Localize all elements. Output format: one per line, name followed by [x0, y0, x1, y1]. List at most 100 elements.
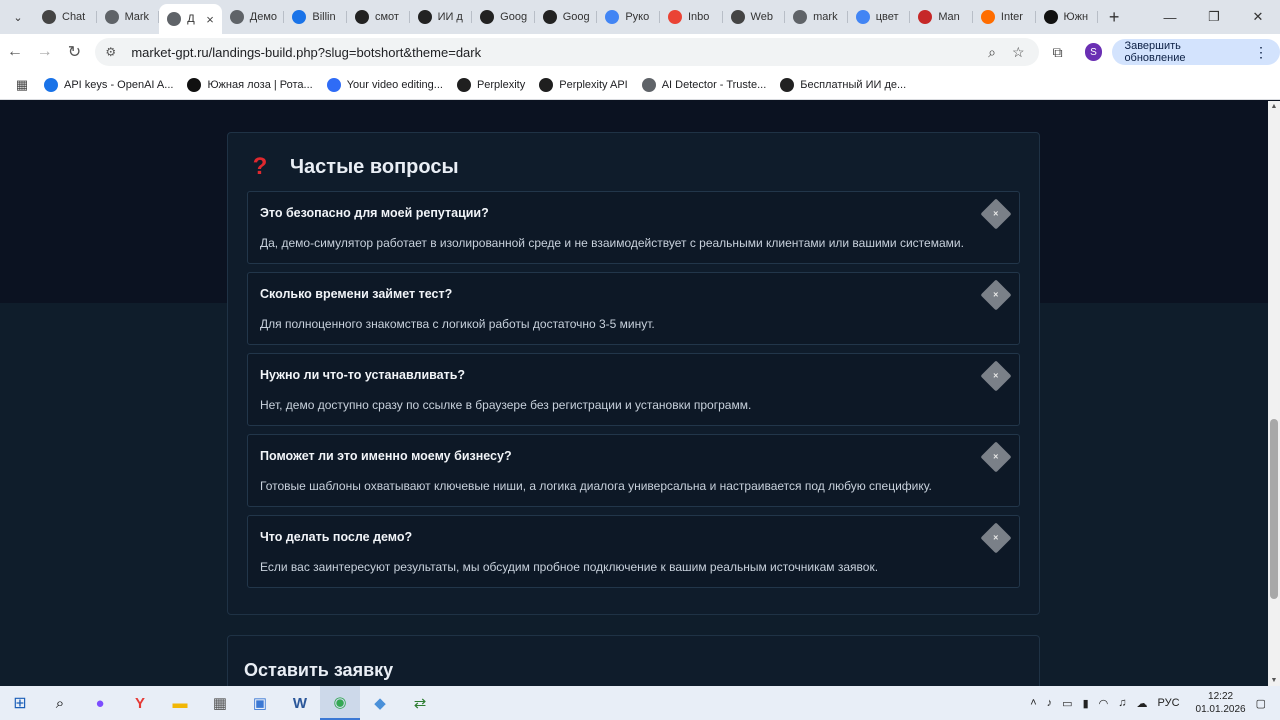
- new-tab-button[interactable]: +: [1102, 7, 1126, 28]
- clock-date: 01.01.2026: [1195, 704, 1246, 715]
- word-icon[interactable]: W: [280, 686, 320, 720]
- network-tool-icon[interactable]: ⇄: [400, 686, 440, 720]
- bookmark-item[interactable]: AI Detector - Truste...: [641, 77, 766, 92]
- browser-tab[interactable]: Д ×: [159, 4, 222, 34]
- faq-question[interactable]: Поможет ли это именно моему бизнесу?: [260, 449, 512, 463]
- faq-item[interactable]: Поможет ли это именно моему бизнесу? Гото…: [247, 434, 1020, 507]
- scroll-up-icon[interactable]: ▲: [1270, 103, 1278, 110]
- browser-tab[interactable]: Chat: [34, 3, 97, 31]
- tab-label: Web: [750, 11, 773, 23]
- faq-question[interactable]: Это безопасно для моей репутации?: [260, 206, 489, 220]
- cast-icon[interactable]: ▭: [1062, 697, 1072, 710]
- faq-question[interactable]: Нужно ли что-то устанавливать?: [260, 368, 465, 382]
- app-icon: [918, 10, 933, 24]
- reload-icon[interactable]: ↻: [60, 42, 90, 62]
- minimize-icon[interactable]: —: [1148, 0, 1192, 34]
- site-info-icon[interactable]: ⚙: [105, 45, 121, 59]
- extensions-icon[interactable]: ⧉: [1053, 44, 1063, 61]
- browser-tab[interactable]: Mark: [97, 3, 160, 31]
- browser-tab[interactable]: Руко: [597, 3, 660, 31]
- volume-icon[interactable]: ♫: [1118, 697, 1126, 709]
- browser-tab[interactable]: Goog: [535, 3, 598, 31]
- browser-tab[interactable]: mark: [785, 3, 848, 31]
- browser-tab[interactable]: Inbo: [660, 3, 723, 31]
- browser-tab[interactable]: ИИ д: [410, 3, 473, 31]
- microphone-icon[interactable]: ♪: [1047, 697, 1053, 709]
- faq-answer: Да, демо-симулятор работает в изолирован…: [260, 236, 964, 250]
- windows-start-icon[interactable]: ⊞: [0, 693, 40, 713]
- remote-desktop-icon[interactable]: ▣: [240, 686, 280, 720]
- bookmark-star-icon[interactable]: ☆: [1012, 44, 1025, 61]
- page-scrollbar[interactable]: ▲ ▼: [1268, 101, 1280, 686]
- url-text[interactable]: market-gpt.ru/landings-build.php?slug=bo…: [131, 45, 988, 60]
- back-icon[interactable]: ←: [0, 43, 30, 61]
- close-tab-icon[interactable]: ×: [206, 12, 214, 27]
- faq-answer: Готовые шаблоны охватывают ключевые ниши…: [260, 479, 932, 493]
- faq-item[interactable]: Нужно ли что-то устанавливать? Нет, демо …: [247, 353, 1020, 426]
- google-icon: [605, 10, 620, 24]
- bookmark-item[interactable]: Your video editing...: [326, 77, 443, 92]
- battery-icon[interactable]: ▮: [1083, 697, 1089, 710]
- faq-item[interactable]: Это безопасно для моей репутации? Да, дем…: [247, 191, 1020, 264]
- calculator-icon[interactable]: ▦: [200, 686, 240, 720]
- notifications-icon[interactable]: ▢: [1256, 697, 1266, 710]
- faq-toggle-button[interactable]: ×: [980, 279, 1012, 311]
- alice-assistant-icon[interactable]: ●: [80, 686, 120, 720]
- faq-question[interactable]: Что делать после демо?: [260, 530, 412, 544]
- bookmark-item[interactable]: Бесплатный ИИ де...: [780, 77, 906, 92]
- browser-tab[interactable]: Южн: [1036, 3, 1099, 31]
- faq-toggle-button[interactable]: ×: [980, 360, 1012, 392]
- profile-avatar[interactable]: S: [1084, 43, 1103, 61]
- zoom-icon[interactable]: ⌕: [988, 44, 996, 61]
- faq-toggle-button[interactable]: ×: [980, 441, 1012, 473]
- address-bar[interactable]: ⚙ market-gpt.ru/landings-build.php?slug=…: [95, 38, 1039, 66]
- bookmark-item[interactable]: Perplexity API: [539, 77, 628, 92]
- question-mark-icon: ?: [252, 153, 268, 180]
- chrome-icon[interactable]: ◉: [320, 686, 360, 720]
- scroll-thumb[interactable]: [1270, 419, 1278, 599]
- search-icon[interactable]: ⌕: [40, 686, 80, 720]
- browser-tab[interactable]: Goog: [472, 3, 535, 31]
- bookmark-favicon-icon: [44, 77, 58, 92]
- browser-tab[interactable]: смот: [347, 3, 410, 31]
- browser-tab[interactable]: Man: [910, 3, 973, 31]
- apps-grid-icon[interactable]: ▦: [0, 77, 44, 93]
- tab-label: mark: [813, 11, 838, 23]
- clock[interactable]: 12:22 01.01.2026: [1196, 690, 1246, 716]
- browser-tab[interactable]: цвет: [848, 3, 911, 31]
- globe-icon: [167, 12, 182, 26]
- faq-toggle-button[interactable]: ×: [980, 198, 1012, 230]
- forward-icon[interactable]: →: [30, 43, 60, 61]
- globe-icon: [793, 10, 808, 24]
- browser-tab[interactable]: Web: [723, 3, 786, 31]
- bookmark-item[interactable]: Perplexity: [456, 77, 525, 92]
- browser-tab[interactable]: Демо: [222, 3, 285, 31]
- browser-tab[interactable]: Inter: [973, 3, 1036, 31]
- language-indicator[interactable]: РУС: [1158, 697, 1180, 709]
- browser-tab[interactable]: Billin: [284, 3, 347, 31]
- app-icon: [1043, 10, 1058, 24]
- maximize-icon[interactable]: ❐: [1192, 0, 1236, 34]
- wifi-icon[interactable]: ◠: [1099, 697, 1109, 710]
- bookmark-item[interactable]: API keys - OpenAI A...: [44, 77, 173, 92]
- onedrive-icon[interactable]: ☁: [1137, 697, 1148, 710]
- yandex-browser-icon[interactable]: Y: [120, 686, 160, 720]
- file-explorer-icon[interactable]: ▬: [160, 686, 200, 720]
- tab-label: смот: [374, 11, 399, 23]
- close-window-icon[interactable]: ✕: [1236, 0, 1280, 34]
- faq-item[interactable]: Сколько времени займет тест? Для полноцен…: [247, 272, 1020, 345]
- tabs-strip: Chat Mark Д × Демо Billin смот ИИ д Goog Goog Руко…: [34, 0, 1098, 34]
- tab-search-button[interactable]: ⌄: [6, 5, 30, 29]
- scroll-down-icon[interactable]: ▼: [1270, 677, 1278, 684]
- update-button[interactable]: Завершить обновление ⋮: [1112, 39, 1280, 65]
- faq-toggle-button[interactable]: ×: [980, 522, 1012, 554]
- chevron-up-icon[interactable]: ˄: [1030, 697, 1036, 709]
- faq-question[interactable]: Сколько времени займет тест?: [260, 287, 452, 301]
- app-icon[interactable]: ◆: [360, 686, 400, 720]
- system-tray: ˄ ♪ ▭ ▮ ◠ ♫ ☁ РУС 12:22 01.01.2026 ▢: [1030, 690, 1266, 716]
- bookmark-item[interactable]: Южная лоза | Рота...: [187, 77, 313, 92]
- faq-item[interactable]: Что делать после демо? Если вас заинтерес…: [247, 515, 1020, 588]
- menu-dots-icon[interactable]: ⋮: [1254, 44, 1268, 61]
- bookmarks-bar: ▦ API keys - OpenAI A... Южная лоза | Рот…: [0, 70, 1280, 100]
- close-icon: ×: [993, 370, 999, 381]
